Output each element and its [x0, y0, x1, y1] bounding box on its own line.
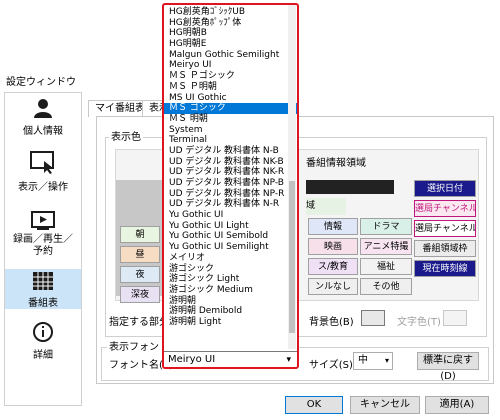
- row-late-night[interactable]: 深夜: [120, 286, 160, 303]
- info-icon: [33, 322, 53, 342]
- play-screen-icon: [31, 211, 55, 230]
- genre-cell[interactable]: ス/教育: [308, 258, 358, 275]
- font-option[interactable]: 游ゴシック Medium: [164, 285, 297, 296]
- selected-channel-frame-cell[interactable]: 選局チャンネル枠: [414, 220, 476, 237]
- sidebar-item-recording[interactable]: 録画／再生／予約: [5, 211, 81, 265]
- font-option[interactable]: UD デジタル 教科書体 NP-B: [164, 178, 297, 189]
- row-night[interactable]: 夜: [120, 266, 160, 283]
- sidebar-item-details[interactable]: 詳細: [5, 321, 81, 365]
- font-option[interactable]: 游ゴシック: [164, 264, 297, 275]
- font-name-field[interactable]: Meiryo UI ▾: [164, 351, 297, 367]
- sidebar-item-display[interactable]: 表示／操作: [5, 151, 81, 195]
- font-option[interactable]: ＭＳ 明朝: [164, 114, 297, 125]
- sidebar-item-label: 表示／操作: [18, 182, 68, 193]
- font-option[interactable]: HG明朝E: [164, 39, 297, 50]
- bg-color-swatch[interactable]: [361, 310, 385, 326]
- sidebar-item-program-guide[interactable]: 番組表: [5, 269, 81, 309]
- genre-cell-partial[interactable]: 域: [306, 198, 346, 215]
- program-area-frame-cell[interactable]: 番組領域枠: [414, 240, 476, 257]
- chevron-down-icon: ▾: [286, 355, 291, 365]
- font-option[interactable]: 游明朝 Light: [164, 317, 297, 328]
- grid-table-icon: [33, 272, 53, 290]
- font-option[interactable]: 游ゴシック Light: [164, 274, 297, 285]
- sidebar-item-label: 録画／再生／予約: [13, 234, 73, 257]
- font-option[interactable]: ＭＳ ゴシック: [164, 103, 297, 114]
- font-option[interactable]: Yu Gothic UI Semibold: [164, 231, 297, 242]
- reset-default-button[interactable]: 標準に戻す(D): [417, 352, 479, 382]
- genre-cell[interactable]: 映画: [308, 238, 358, 255]
- person-icon: [34, 99, 52, 118]
- font-name-dropdown[interactable]: HG創英角ｺﾞｼｯｸUB HG創英角ﾎﾟｯﾌﾟ体 HG明朝B HG明朝E Malgun …: [162, 3, 299, 369]
- genre-cell[interactable]: ンルなし: [308, 278, 358, 295]
- selected-date-cell[interactable]: 選択日付: [414, 180, 476, 197]
- row-noon[interactable]: 昼: [120, 246, 160, 263]
- row-morning[interactable]: 朝: [120, 226, 160, 243]
- sidebar: 個人情報 表示／操作 録画／再生／予約 番組表 詳細: [4, 92, 82, 406]
- font-option[interactable]: Terminal: [164, 135, 297, 146]
- font-option[interactable]: UD デジタル 教科書体 NK-R: [164, 167, 297, 178]
- font-option[interactable]: ＭＳ Ｐ明朝: [164, 82, 297, 93]
- font-option[interactable]: 游明朝 Demibold: [164, 306, 297, 317]
- font-option[interactable]: UD デジタル 教科書体 N-R: [164, 199, 297, 210]
- genre-cell[interactable]: 福祉: [360, 258, 412, 275]
- sidebar-item-label: 番組表: [28, 298, 58, 309]
- font-option[interactable]: MS UI Gothic: [164, 93, 297, 104]
- ok-button[interactable]: OK: [285, 396, 343, 414]
- text-color-label: 文字色(T): [397, 317, 441, 328]
- current-time-line-cell[interactable]: 現在時刻線: [414, 260, 476, 277]
- genre-cell[interactable]: アニメ特撮: [360, 238, 412, 255]
- font-name-value: Meiryo UI: [168, 354, 216, 365]
- selected-channel-cell[interactable]: 選局チャンネル: [414, 200, 476, 217]
- font-option[interactable]: System: [164, 125, 297, 136]
- display-color-label: 表示色: [109, 128, 143, 143]
- sidebar-item-label: 個人情報: [23, 126, 63, 137]
- font-option[interactable]: UD デジタル 教科書体 N-B: [164, 146, 297, 157]
- sidebar-item-personal[interactable]: 個人情報: [5, 97, 81, 141]
- dark-band: [306, 180, 394, 194]
- dialog-title: 設定ウィンドウ: [6, 77, 76, 88]
- bg-color-label: 背景色(B): [309, 317, 354, 328]
- font-option[interactable]: Yu Gothic UI Light: [164, 221, 297, 232]
- font-option[interactable]: HG創英角ｺﾞｼｯｸUB: [164, 7, 297, 18]
- text-color-swatch: [443, 310, 467, 326]
- size-value: 中: [358, 355, 368, 366]
- font-option[interactable]: Yu Gothic UI Semilight: [164, 242, 297, 253]
- font-option[interactable]: Malgun Gothic Semilight: [164, 50, 297, 61]
- apply-part-label: 指定する部分: [109, 317, 169, 328]
- font-option[interactable]: Yu Gothic UI: [164, 210, 297, 221]
- apply-button[interactable]: 適用(A): [425, 396, 489, 414]
- genre-cell[interactable]: ドラマ: [360, 218, 412, 235]
- font-list: HG創英角ｺﾞｼｯｸUB HG創英角ﾎﾟｯﾌﾟ体 HG明朝B HG明朝E Malgun …: [164, 5, 297, 328]
- font-option[interactable]: メイリオ: [164, 253, 297, 264]
- font-option[interactable]: Meiryo UI: [164, 60, 297, 71]
- font-option[interactable]: HG創英角ﾎﾟｯﾌﾟ体: [164, 18, 297, 29]
- cancel-button[interactable]: キャンセル: [350, 396, 420, 414]
- genre-cell[interactable]: 情報: [308, 218, 358, 235]
- preview-header: 番組情報領域: [306, 158, 366, 169]
- size-label: サイズ(S): [309, 360, 353, 371]
- dropdown-scroll-thumb[interactable]: [289, 181, 295, 333]
- font-option[interactable]: UD デジタル 教科書体 NP-R: [164, 189, 297, 200]
- font-option[interactable]: 游明朝: [164, 296, 297, 307]
- font-option[interactable]: ＭＳ Ｐゴシック: [164, 71, 297, 82]
- sidebar-item-label: 詳細: [33, 350, 53, 361]
- font-option[interactable]: UD デジタル 教科書体 NK-B: [164, 157, 297, 168]
- touch-screen-icon: [30, 151, 54, 174]
- genre-cell[interactable]: その他: [360, 278, 412, 295]
- chevron-down-icon: ▾: [384, 356, 389, 365]
- font-option[interactable]: HG明朝B: [164, 28, 297, 39]
- size-select[interactable]: 中 ▾: [353, 352, 393, 370]
